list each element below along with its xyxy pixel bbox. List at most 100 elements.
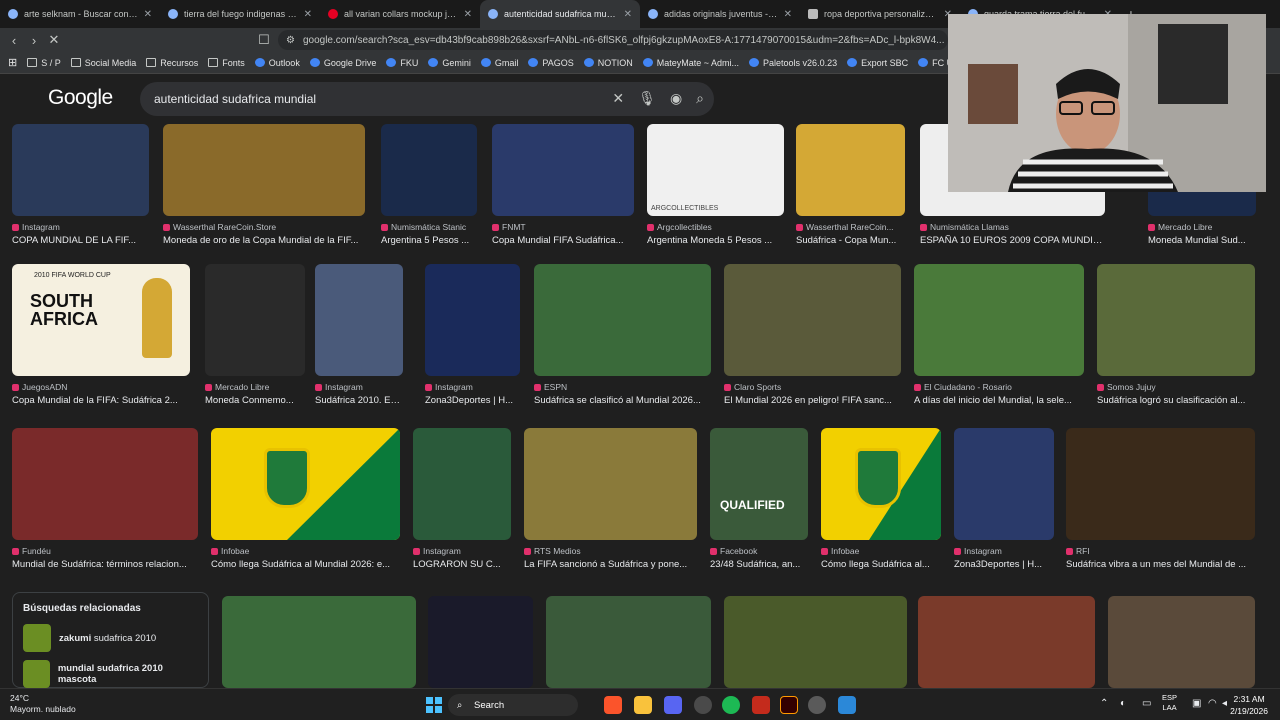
address-bar[interactable]: ⚙ google.com/search?sca_esv=db43bf9cab89… bbox=[278, 30, 948, 50]
wifi-icon[interactable]: ◠ bbox=[1208, 698, 1217, 709]
file-explorer-icon[interactable] bbox=[634, 696, 652, 714]
close-tab-icon[interactable]: ✕ bbox=[624, 9, 632, 20]
browser-tab[interactable]: adidas originals juventus - Buscar co ✕ bbox=[640, 0, 800, 28]
image-result[interactable] bbox=[918, 596, 1095, 688]
image-result[interactable]: Claro Sports El Mundial 2026 en peligro! … bbox=[724, 264, 901, 406]
system-clock[interactable]: 2:31 AM 2/19/2026 bbox=[1230, 693, 1268, 717]
related-search-item[interactable]: mundial sudafrica 2010 mascota bbox=[23, 660, 198, 688]
chrome-icon[interactable] bbox=[694, 696, 712, 714]
result-title[interactable]: Sudáfrica vibra a un mes del Mundial de … bbox=[1066, 559, 1255, 570]
result-source[interactable]: Instagram bbox=[954, 546, 1054, 556]
image-result[interactable]: El Ciudadano - Rosario A días del inicio … bbox=[914, 264, 1084, 406]
result-title[interactable]: Argentina 5 Pesos ... bbox=[381, 235, 477, 246]
image-result[interactable]: ESPN Sudáfrica se clasificó al Mundial 20… bbox=[534, 264, 711, 406]
result-thumbnail[interactable]: ARGCOLLECTIBLES bbox=[647, 124, 784, 216]
discord-icon[interactable] bbox=[664, 696, 682, 714]
image-result[interactable] bbox=[222, 596, 416, 688]
image-result[interactable]: SOUTH AFRICA 2010 FIFA WORLD CUP JuegosADN… bbox=[12, 264, 190, 406]
result-source[interactable]: Infobae bbox=[211, 546, 400, 556]
result-thumbnail[interactable] bbox=[534, 264, 711, 376]
result-title[interactable]: Argentina Moneda 5 Pesos ... bbox=[647, 235, 784, 246]
bookmark-item[interactable]: PAGOS bbox=[528, 58, 574, 68]
result-source[interactable]: Claro Sports bbox=[724, 382, 901, 392]
bookmark-star-icon[interactable]: ☐ bbox=[254, 32, 274, 48]
result-thumbnail[interactable] bbox=[211, 428, 400, 540]
result-title[interactable]: La FIFA sancionó a Sudáfrica y pone... bbox=[524, 559, 697, 570]
lens-icon[interactable]: ◉ bbox=[670, 90, 682, 107]
result-source[interactable]: Instagram bbox=[315, 382, 403, 392]
search-icon[interactable]: ⌕ bbox=[696, 90, 704, 107]
result-thumbnail[interactable] bbox=[914, 264, 1084, 376]
bookmark-item[interactable]: Export SBC bbox=[847, 58, 908, 68]
result-title[interactable]: Mundial de Sudáfrica: términos relacion.… bbox=[12, 559, 198, 570]
result-title[interactable]: Sudáfrica se clasificó al Mundial 2026..… bbox=[534, 395, 711, 406]
image-result[interactable]: RTS Medios La FIFA sancionó a Sudáfrica y… bbox=[524, 428, 697, 570]
related-search-item[interactable]: zakumi sudafrica 2010 bbox=[23, 624, 198, 652]
result-source[interactable]: Instagram bbox=[425, 382, 520, 392]
browser-tab[interactable]: all varian collars mockup jersey 2d ✕ bbox=[320, 0, 480, 28]
result-title[interactable]: El Mundial 2026 en peligro! FIFA sanc... bbox=[724, 395, 901, 406]
back-icon[interactable]: ‹ bbox=[4, 33, 24, 48]
result-source[interactable]: Numismática Llamas bbox=[920, 222, 1105, 232]
result-source[interactable]: FNMT bbox=[492, 222, 634, 232]
image-result[interactable] bbox=[724, 596, 907, 688]
result-thumbnail[interactable] bbox=[724, 264, 901, 376]
image-result[interactable] bbox=[428, 596, 533, 688]
result-source[interactable]: JuegosADN bbox=[12, 382, 190, 392]
close-tab-icon[interactable]: ✕ bbox=[464, 9, 472, 20]
reload-icon[interactable]: ✕ bbox=[44, 32, 64, 48]
tray-chevron-icon[interactable]: ⌃ bbox=[1100, 698, 1108, 709]
result-thumbnail[interactable] bbox=[1097, 264, 1255, 376]
clear-icon[interactable]: ✕ bbox=[612, 90, 624, 107]
result-thumbnail[interactable] bbox=[205, 264, 305, 376]
result-source[interactable]: Instagram bbox=[12, 222, 149, 232]
result-source[interactable]: Facebook bbox=[710, 546, 808, 556]
result-thumbnail[interactable] bbox=[954, 428, 1054, 540]
browser-tab[interactable]: tierra del fuego indigenas - Buscar c ✕ bbox=[160, 0, 320, 28]
result-source[interactable]: Instagram bbox=[413, 546, 511, 556]
result-thumbnail[interactable] bbox=[413, 428, 511, 540]
microphone-icon[interactable]: 🎙 bbox=[638, 90, 656, 107]
result-thumbnail[interactable] bbox=[1108, 596, 1255, 688]
bookmark-item[interactable]: Social Media bbox=[70, 58, 136, 68]
site-info-icon[interactable]: ⚙ bbox=[286, 35, 295, 46]
result-source[interactable]: El Ciudadano - Rosario bbox=[914, 382, 1084, 392]
browser-tab[interactable]: ropa deportiva personalizada - one✕ bbox=[800, 0, 960, 28]
google-logo[interactable]: Google bbox=[48, 86, 113, 110]
image-result[interactable]: Instagram Zona3Deportes | H... bbox=[425, 264, 520, 406]
result-thumbnail[interactable]: QUALIFIED bbox=[710, 428, 808, 540]
result-thumbnail[interactable]: SOUTH AFRICA 2010 FIFA WORLD CUP bbox=[12, 264, 190, 376]
bookmark-item[interactable]: Outlook bbox=[254, 58, 300, 68]
settings-icon[interactable] bbox=[808, 696, 826, 714]
result-source[interactable]: Argcollectibles bbox=[647, 222, 784, 232]
image-result[interactable]: Mercado Libre Moneda Conmemo... bbox=[205, 264, 305, 406]
bookmark-item[interactable]: Gemini bbox=[428, 58, 471, 68]
image-result[interactable]: Infobae Cómo llega Sudáfrica al Mundial 2… bbox=[211, 428, 400, 570]
bookmark-item[interactable]: Gmail bbox=[480, 58, 518, 68]
result-source[interactable]: Mercado Libre bbox=[205, 382, 305, 392]
result-title[interactable]: Moneda Conmemo... bbox=[205, 395, 305, 406]
close-tab-icon[interactable]: ✕ bbox=[304, 9, 312, 20]
result-source[interactable]: RFI bbox=[1066, 546, 1255, 556]
close-tab-icon[interactable]: ✕ bbox=[784, 9, 792, 20]
image-result[interactable]: Fundéu Mundial de Sudáfrica: términos rel… bbox=[12, 428, 198, 570]
result-title[interactable]: Copa Mundial de la FIFA: Sudáfrica 2... bbox=[12, 395, 190, 406]
result-thumbnail[interactable] bbox=[524, 428, 697, 540]
image-result[interactable]: FNMT Copa Mundial FIFA Sudáfrica... bbox=[492, 124, 634, 246]
windows-start-icon[interactable] bbox=[426, 697, 442, 713]
result-thumbnail[interactable] bbox=[425, 264, 520, 376]
image-result[interactable] bbox=[546, 596, 711, 688]
result-thumbnail[interactable] bbox=[1066, 428, 1255, 540]
result-title[interactable]: Zona3Deportes | H... bbox=[425, 395, 520, 406]
bookmark-item[interactable]: Google Drive bbox=[309, 58, 376, 68]
bookmark-item[interactable]: Paletools v26.0.23 bbox=[749, 58, 837, 68]
browser-tab[interactable]: arte selknam - Buscar con Google ✕ bbox=[0, 0, 160, 28]
result-title[interactable]: 23/48 Sudáfrica, an... bbox=[710, 559, 808, 570]
image-result[interactable]: Instagram Zona3Deportes | H... bbox=[954, 428, 1054, 570]
apps-icon[interactable]: ⊞ bbox=[8, 56, 17, 69]
result-source[interactable]: Mercado Libre bbox=[1148, 222, 1256, 232]
close-tab-icon[interactable]: ✕ bbox=[144, 9, 152, 20]
result-title[interactable]: Moneda Mundial Sud... bbox=[1148, 235, 1256, 246]
result-thumbnail[interactable] bbox=[918, 596, 1095, 688]
result-source[interactable]: Fundéu bbox=[12, 546, 198, 556]
